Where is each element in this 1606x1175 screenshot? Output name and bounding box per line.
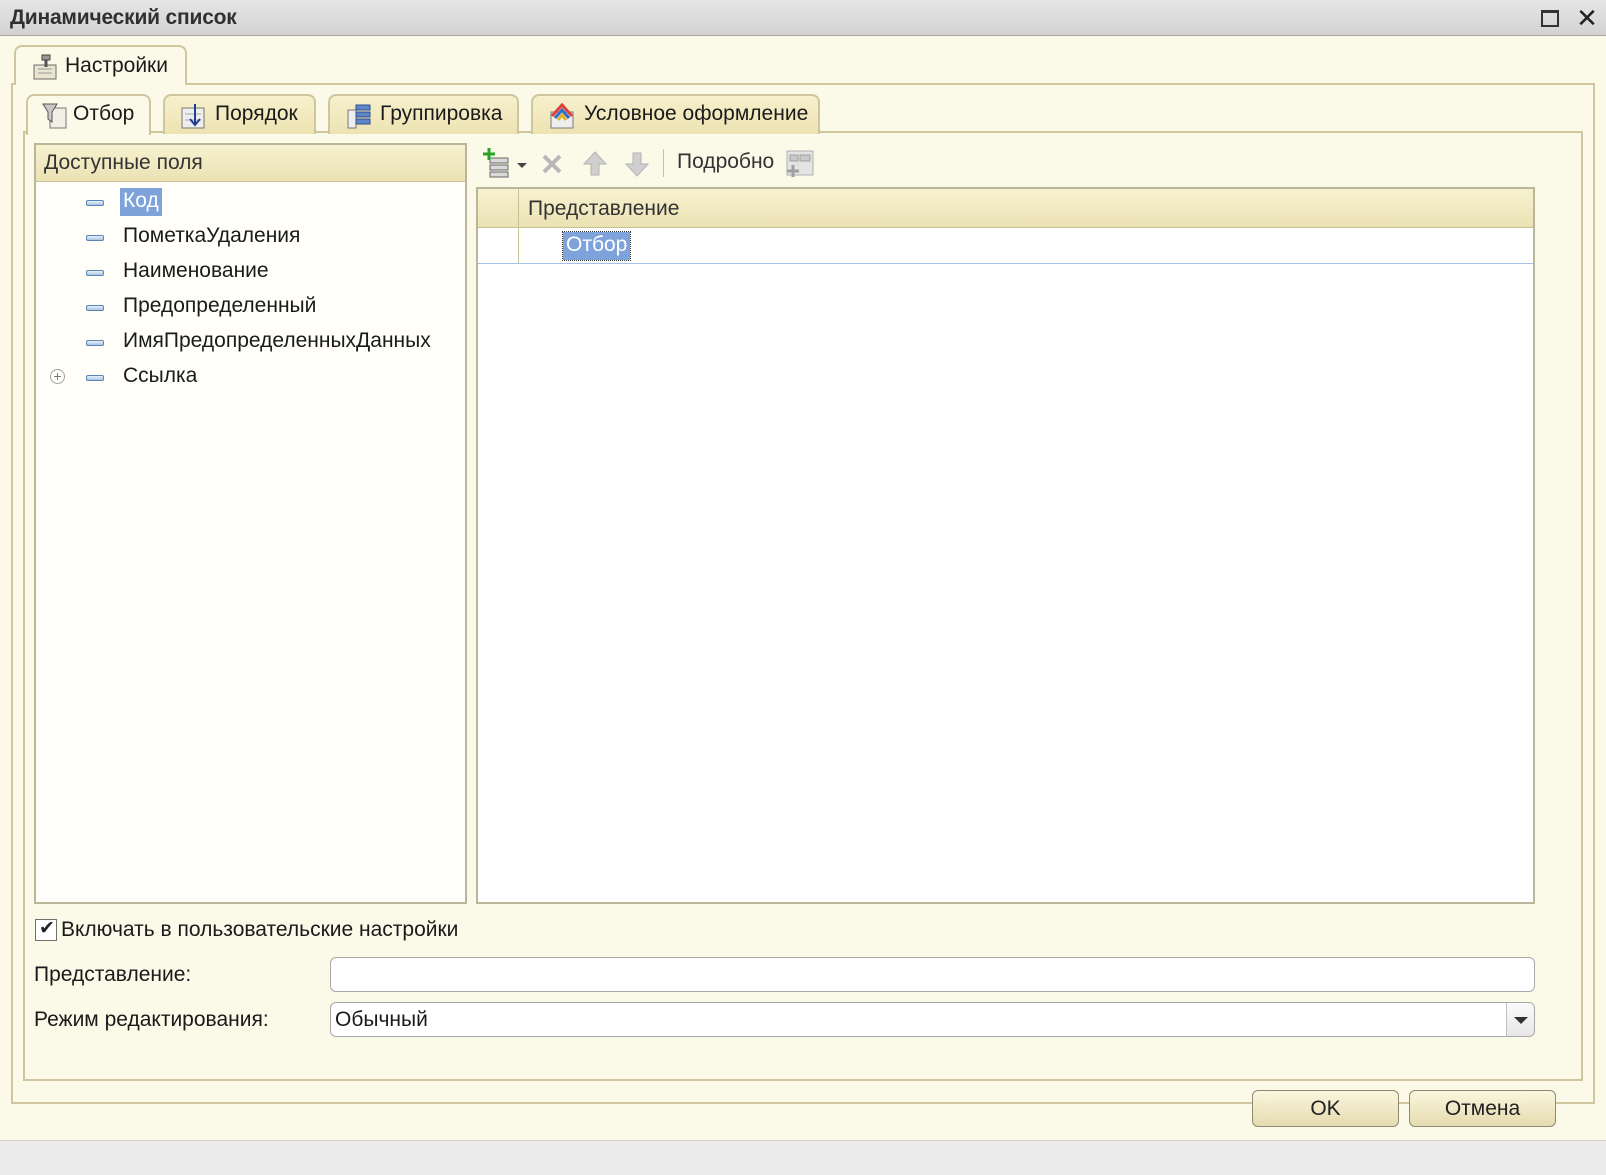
tree-item-label: Предопределенный <box>123 294 317 317</box>
tree-item-label: Код <box>120 188 162 216</box>
filter-conditions-table[interactable]: Представление Отбор <box>476 187 1535 904</box>
add-condition-icon[interactable] <box>482 147 530 181</box>
tab-order-label: Порядок <box>215 102 298 125</box>
field-icon <box>86 235 104 241</box>
tree-item-name[interactable]: Наименование <box>36 254 465 289</box>
settings-icon <box>33 54 57 80</box>
representation-label: Представление: <box>34 963 192 986</box>
available-fields-header: Доступные поля <box>36 145 465 182</box>
grouping-icon <box>347 104 371 129</box>
group-conditions-icon[interactable] <box>784 147 816 181</box>
available-fields-title: Доступные поля <box>44 151 203 174</box>
tab-grouping[interactable]: Группировка <box>328 94 519 134</box>
edit-mode-value: Обычный <box>335 1008 428 1031</box>
column-header-representation[interactable]: Представление <box>528 197 679 221</box>
filter-icon <box>42 103 67 129</box>
row-header-cell <box>478 228 519 263</box>
tab-settings-label: Настройки <box>65 54 168 77</box>
tab-order[interactable]: Порядок <box>163 94 316 134</box>
include-user-settings-checkbox[interactable]: ✔ <box>35 918 57 941</box>
table-row[interactable]: Отбор <box>478 228 1533 264</box>
close-icon[interactable]: ✕ <box>1573 4 1601 32</box>
tree-item-deletion-mark[interactable]: ПометкаУдаления <box>36 219 465 254</box>
move-up-icon[interactable] <box>581 147 609 181</box>
cancel-button[interactable]: Отмена <box>1409 1090 1556 1127</box>
tab-conditional-format-label: Условное оформление <box>584 102 809 125</box>
ok-button[interactable]: OK <box>1252 1090 1399 1127</box>
tab-settings[interactable]: Настройки <box>14 45 187 85</box>
filter-toolbar: Подробно <box>478 143 1534 183</box>
tree-item-label: ИмяПредопределенныхДанных <box>123 329 431 352</box>
tab-filter[interactable]: Отбор <box>26 94 151 135</box>
tree-item-predefined[interactable]: Предопределенный <box>36 289 465 324</box>
tab-grouping-label: Группировка <box>380 102 503 125</box>
delete-icon[interactable] <box>540 147 566 181</box>
conditional-format-icon <box>550 102 574 129</box>
table-row-label: Отбор <box>561 231 632 261</box>
details-button[interactable]: Подробно <box>677 150 774 174</box>
tree-item-label: Наименование <box>123 259 269 282</box>
checkmark-icon: ✔ <box>39 918 55 939</box>
edit-mode-label: Режим редактирования: <box>34 1008 269 1031</box>
field-icon <box>86 200 104 206</box>
tree-item-kod[interactable]: Код <box>36 184 465 219</box>
tree-item-predefined-data-name[interactable]: ИмяПредопределенныхДанных <box>36 324 465 359</box>
chevron-down-icon[interactable] <box>1506 1003 1534 1036</box>
title-bar: Динамический список ✕ <box>0 0 1606 36</box>
tab-filter-label: Отбор <box>73 102 135 125</box>
available-fields-tree[interactable]: Доступные поля Код ПометкаУдаления Наиме… <box>34 143 467 904</box>
field-icon <box>86 375 104 381</box>
include-user-settings-label: Включать в пользовательские настройки <box>61 918 459 941</box>
move-down-icon[interactable] <box>623 147 651 181</box>
bottom-strip <box>0 1140 1606 1175</box>
field-icon <box>86 340 104 346</box>
maximize-icon[interactable] <box>1536 5 1562 31</box>
sort-icon <box>181 104 205 129</box>
window-title: Динамический список <box>10 6 237 29</box>
tree-item-label: ПометкаУдаления <box>123 224 301 247</box>
tree-item-label: Ссылка <box>123 364 198 387</box>
field-icon <box>86 305 104 311</box>
tree-item-ref[interactable]: + Ссылка <box>36 359 465 394</box>
toolbar-separator <box>663 149 664 177</box>
field-icon <box>86 270 104 276</box>
row-header-cell <box>478 189 519 227</box>
tab-conditional-format[interactable]: Условное оформление <box>531 94 820 134</box>
table-header: Представление <box>478 189 1533 228</box>
representation-input[interactable] <box>330 957 1535 992</box>
edit-mode-select[interactable]: Обычный <box>330 1002 1535 1037</box>
expand-plus-icon[interactable]: + <box>50 369 65 384</box>
